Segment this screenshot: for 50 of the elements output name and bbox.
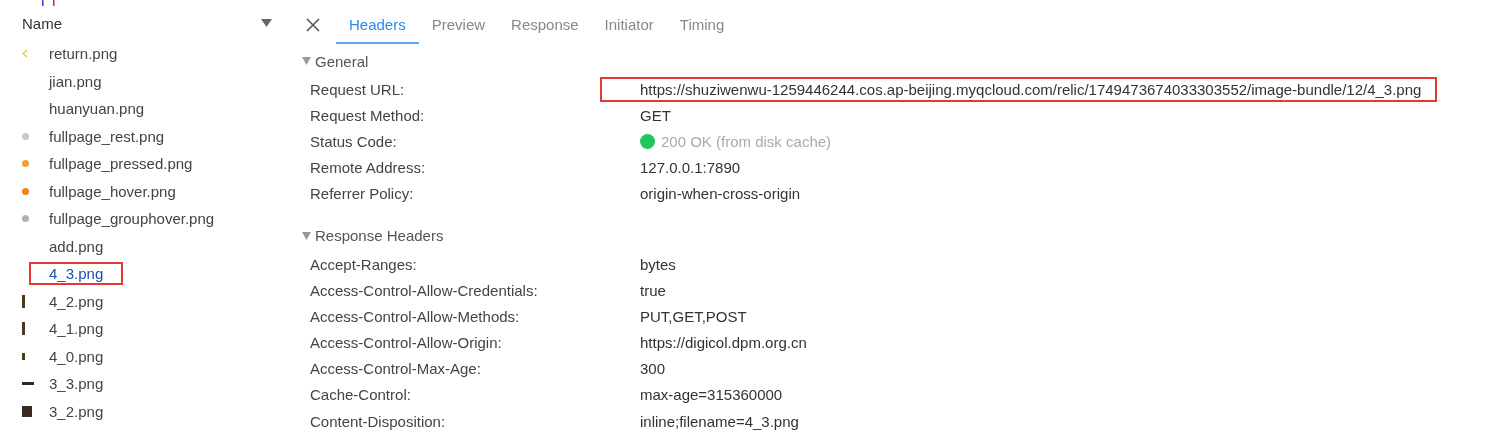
header-name: Remote Address: <box>310 159 427 177</box>
header-name: Request URL: <box>310 80 406 98</box>
section-title: Response Headers <box>315 227 444 245</box>
header-value: max-age=315360000 <box>640 386 783 404</box>
header-name: Access-Control-Allow-Credentials: <box>310 281 539 299</box>
header-value: 300 <box>640 360 666 378</box>
header-name: Content-Disposition: <box>310 412 447 430</box>
header-name: Access-Control-Allow-Methods: <box>310 307 521 325</box>
tab[interactable]: Timing <box>666 16 738 44</box>
header-value: 200 OK (from disk cache) <box>661 132 832 150</box>
file-name[interactable]: 4_0.png <box>29 344 124 368</box>
tab[interactable]: Response <box>498 16 592 44</box>
file-name[interactable]: fullpage_hover.png <box>29 179 196 203</box>
file-name[interactable]: add.png <box>29 234 124 258</box>
header-value: PUT,GET,POST <box>640 307 747 325</box>
expanded-triangle-icon[interactable] <box>302 231 311 240</box>
tab[interactable]: Initiator <box>591 16 667 44</box>
header-value: inline;filename=4_3.png <box>640 412 799 430</box>
header-name: Status Code: <box>310 132 398 150</box>
file-name[interactable]: fullpage_rest.png <box>29 124 185 148</box>
header-value: https://shuziwenwu-1259446244.cos.ap-beijing.myqcloud.com/relic/1749473674033303552/image-bundle/12/4_3.png <box>600 76 1438 102</box>
header-name: Request Method: <box>310 106 426 124</box>
file-name[interactable]: 4_2.png <box>29 289 124 313</box>
header-value: true <box>640 281 666 299</box>
header-value: https://digicol.dpm.org.cn <box>640 334 807 352</box>
file-name[interactable]: 4_3.png <box>29 262 124 286</box>
header-name: Accept-Ranges: <box>310 255 418 273</box>
file-name[interactable]: return.png <box>29 42 138 66</box>
expanded-triangle-icon[interactable] <box>302 57 311 65</box>
file-name[interactable]: fullpage_pressed.png <box>29 152 213 176</box>
header-name: Referrer Policy: <box>310 185 415 203</box>
close-icon <box>306 18 320 32</box>
file-name[interactable]: 3_3.png <box>29 372 124 396</box>
tab[interactable]: Preview <box>418 16 499 44</box>
header-name: Cache-Control: <box>310 386 412 404</box>
file-name[interactable]: 4_1.png <box>29 317 124 341</box>
header-name: Access-Control-Allow-Origin: <box>310 334 503 352</box>
header-name: Access-Control-Max-Age: <box>310 360 482 378</box>
file-name[interactable]: huanyuan.png <box>29 97 165 121</box>
header-value: origin-when-cross-origin <box>640 185 801 203</box>
file-name[interactable]: jian.png <box>29 69 122 93</box>
header-value: bytes <box>640 255 676 273</box>
file-name[interactable]: fullpage_grouphover.png <box>29 207 235 231</box>
column-header[interactable]: Name <box>22 14 62 32</box>
section-title: General <box>315 52 369 70</box>
tab[interactable]: Headers <box>336 16 419 44</box>
dropdown-caret-icon[interactable] <box>261 19 272 27</box>
header-value: 127.0.0.1:7890 <box>640 159 741 177</box>
file-name[interactable]: 3_2.png <box>29 399 124 423</box>
header-value: GET <box>640 106 671 124</box>
